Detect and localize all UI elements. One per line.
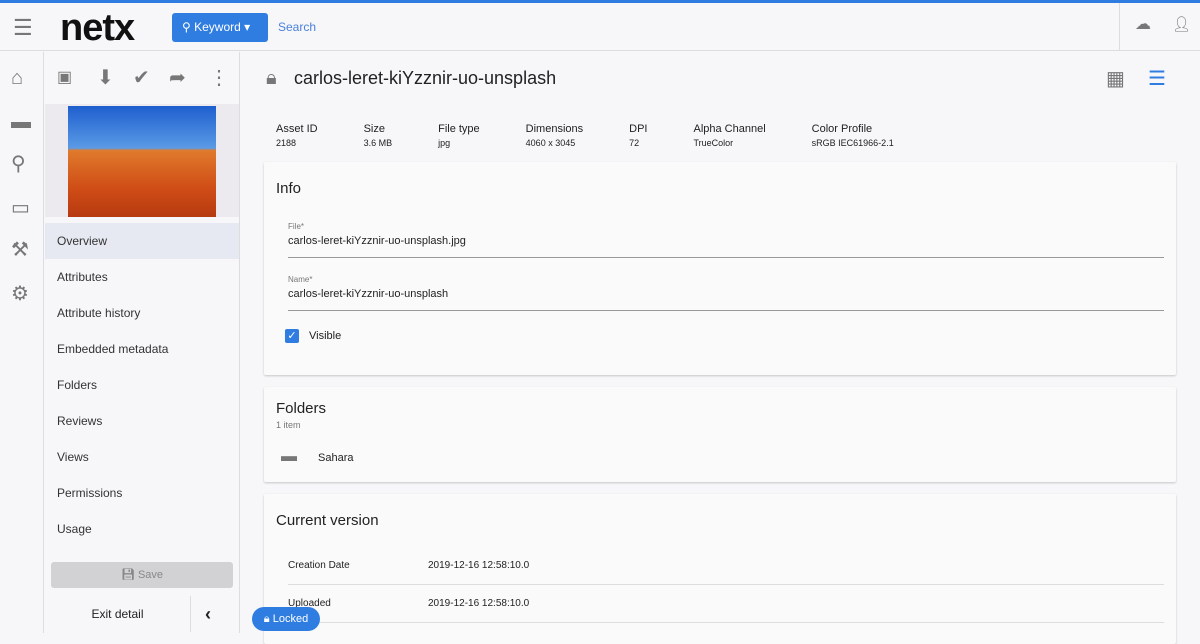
nav-overview[interactable]: Overview <box>45 223 239 259</box>
meta-label: Asset ID <box>276 123 318 135</box>
meta-value: sRGB IEC61966-2.1 <box>811 138 894 148</box>
main-content: 🔒︎ carlos-leret-kiYzznir-uo-unsplash ▦ ☰… <box>241 52 1200 644</box>
grid-view-icon[interactable]: ▦ <box>1106 69 1125 89</box>
page-title: carlos-leret-kiYzznir-uo-unsplash <box>294 68 557 88</box>
list-view-icon[interactable]: ☰ <box>1148 69 1166 89</box>
name-label: Name* <box>288 275 313 284</box>
meta-label: Dimensions <box>525 123 584 135</box>
nav-folders[interactable]: Folders <box>45 367 239 403</box>
folder-item[interactable]: Sahara <box>318 452 353 464</box>
meta-label: File type <box>438 123 480 135</box>
settings-icon[interactable]: ⚙ <box>11 284 29 304</box>
asset-thumbnail-area <box>45 104 239 217</box>
folders-heading: Folders <box>276 400 327 417</box>
nav-attributes[interactable]: Attributes <box>45 259 239 295</box>
search-icon: ⚲ <box>182 20 195 34</box>
header: ☰ netx ⚲ Keyword ▾ Search ☁ 👤︎ <box>0 3 1200 51</box>
share-icon[interactable]: ➦ <box>169 68 186 88</box>
keyword-dropdown[interactable]: ⚲ Keyword ▾ <box>172 13 268 42</box>
folders-count: 1 item <box>276 420 301 430</box>
check-circle-icon[interactable]: ✔ <box>133 68 150 88</box>
keyword-label: Keyword <box>194 20 241 34</box>
user-icon[interactable]: 👤︎ <box>1172 17 1191 32</box>
version-row: Uploaded 2019-12-16 12:58:10.0 <box>288 585 1164 623</box>
save-button[interactable]: 💾︎ Save <box>51 562 233 588</box>
download-icon[interactable]: ⬇ <box>97 68 114 88</box>
info-card: Info File* carlos-leret-kiYzznir-uo-unspl… <box>264 162 1176 375</box>
detail-nav: Overview Attributes Attribute history Em… <box>45 223 239 547</box>
exit-detail-button[interactable]: Exit detail <box>45 596 191 632</box>
meta-value: jpg <box>438 138 451 148</box>
row-value: 2019-12-16 12:58:10.0 <box>428 560 530 571</box>
meta-value: 4060 x 3045 <box>525 138 576 148</box>
save-label: Save <box>137 569 164 581</box>
cloud-upload-icon[interactable]: ☁ <box>1135 17 1151 33</box>
row-label: Creation Date <box>288 560 350 571</box>
folders-card: Folders 1 item ▬ Sahara <box>264 387 1176 482</box>
detail-sidebar: ▣ ⬇ ✔ ➦ ⋮ Overview Attributes Attribute … <box>45 52 240 633</box>
meta-label: Alpha Channel <box>693 123 766 135</box>
nav-reviews[interactable]: Reviews <box>45 403 239 439</box>
row-value: 2019-12-16 12:58:10.0 <box>428 598 530 609</box>
file-field[interactable]: File* carlos-leret-kiYzznir-uo-unsplash.j… <box>288 216 1164 258</box>
meta-label: DPI <box>629 123 648 135</box>
inbox-icon[interactable]: ▭ <box>11 198 30 218</box>
save-icon: 💾︎ <box>120 569 138 581</box>
meta-value: 72 <box>629 138 640 148</box>
home-icon[interactable]: ⌂ <box>11 68 23 88</box>
nav-attribute-history[interactable]: Attribute history <box>45 295 239 331</box>
folder-icon[interactable]: ▬ <box>11 112 31 132</box>
nav-views[interactable]: Views <box>45 439 239 475</box>
asset-thumbnail[interactable] <box>68 106 216 217</box>
menu-icon[interactable]: ☰ <box>13 17 33 39</box>
visible-checkbox[interactable]: ✓ <box>285 329 299 343</box>
meta-label: Color Profile <box>811 123 873 135</box>
meta-value: 2188 <box>276 138 297 148</box>
image-icon[interactable]: ▣ <box>57 70 72 86</box>
file-value: carlos-leret-kiYzznir-uo-unsplash.jpg <box>288 235 466 247</box>
meta-label: Size <box>363 123 385 135</box>
info-heading: Info <box>276 180 302 197</box>
name-value: carlos-leret-kiYzznir-uo-unsplash <box>288 288 449 300</box>
locked-badge[interactable]: 🔒︎ Locked <box>252 607 320 631</box>
header-actions: ☁ 👤︎ <box>1119 3 1200 51</box>
nav-embedded-metadata[interactable]: Embedded metadata <box>45 331 239 367</box>
lock-icon: 🔒︎ <box>263 613 273 625</box>
file-label: File* <box>288 222 305 231</box>
nav-permissions[interactable]: Permissions <box>45 475 239 511</box>
version-card: Current version Creation Date 2019-12-16 … <box>264 494 1176 644</box>
search-input[interactable]: Search <box>278 20 316 34</box>
version-heading: Current version <box>276 512 379 529</box>
meta-value: 3.6 MB <box>363 138 393 148</box>
nav-usage[interactable]: Usage <box>45 511 239 547</box>
visible-label: Visible <box>309 330 342 342</box>
meta-value: TrueColor <box>693 138 734 148</box>
chevron-left-icon[interactable]: ‹ <box>205 596 211 632</box>
version-row: Creation Date 2019-12-16 12:58:10.0 <box>288 547 1164 585</box>
search-icon[interactable]: ⚲ <box>11 154 26 174</box>
lock-icon: 🔒︎ <box>266 67 277 89</box>
name-field[interactable]: Name* carlos-leret-kiYzznir-uo-unsplash <box>288 269 1164 311</box>
logo[interactable]: netx <box>60 7 135 50</box>
asset-meta: Asset ID 2188 Size 3.6 MB File type jpg Dim… <box>276 123 940 148</box>
app-rail: ⌂ ▬ ⚲ ▭ ⚒ ⚙ <box>0 52 44 633</box>
hammer-icon[interactable]: ⚒ <box>11 240 29 260</box>
locked-label: Locked <box>272 613 309 625</box>
folder-icon: ▬ <box>281 448 297 465</box>
more-icon[interactable]: ⋮ <box>209 68 229 88</box>
